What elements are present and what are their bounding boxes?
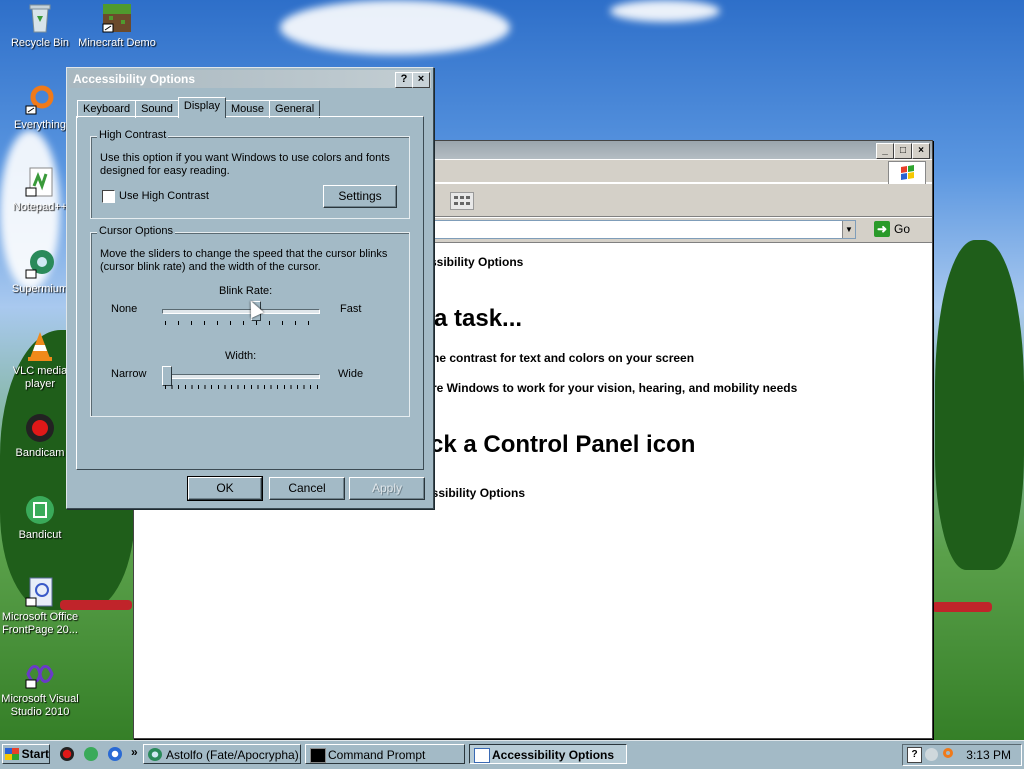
blink-rate-track[interactable] bbox=[162, 309, 320, 314]
width-max-label: Wide bbox=[338, 368, 364, 380]
quick-launch-overflow[interactable]: » bbox=[131, 745, 138, 759]
use-high-contrast-label[interactable]: Use High Contrast bbox=[119, 190, 209, 203]
visual-studio-icon bbox=[24, 658, 56, 690]
tab-strip: Keyboard Sound Display Mouse General bbox=[77, 97, 321, 118]
go-label: Go bbox=[894, 222, 911, 236]
apply-button[interactable]: Apply bbox=[349, 477, 425, 500]
cursor-options-description: Move the sliders to change the speed tha… bbox=[100, 248, 388, 273]
minecraft-icon bbox=[101, 2, 133, 34]
settings-button[interactable]: Settings bbox=[323, 185, 397, 208]
group-label: Cursor Options bbox=[97, 225, 175, 237]
group-label: High Contrast bbox=[97, 129, 169, 141]
vlc-cone-icon bbox=[24, 330, 56, 362]
blink-min-label: None bbox=[111, 303, 138, 315]
bandicut-icon[interactable] bbox=[84, 747, 98, 761]
ok-button[interactable]: OK bbox=[187, 476, 263, 501]
width-label: Width: bbox=[225, 350, 257, 362]
accessibility-icon bbox=[474, 748, 490, 763]
high-contrast-description: Use this option if you want Windows to u… bbox=[100, 152, 390, 177]
recycle-bin-icon bbox=[24, 2, 56, 34]
task-label: Astolfo (Fate/Apocrypha)... bbox=[166, 748, 301, 762]
cancel-button[interactable]: Cancel bbox=[269, 477, 345, 500]
maximize-button[interactable]: □ bbox=[894, 143, 912, 159]
chevron-down-icon[interactable]: ▼ bbox=[842, 221, 855, 238]
taskbar-item-browser[interactable]: Astolfo (Fate/Apocrypha)... bbox=[143, 744, 301, 764]
frontpage-icon bbox=[24, 576, 56, 608]
console-icon bbox=[310, 748, 326, 763]
address-input[interactable]: ▼ bbox=[434, 220, 856, 239]
task-label: Command Prompt bbox=[328, 748, 426, 762]
use-high-contrast-checkbox[interactable] bbox=[102, 190, 115, 203]
width-slider[interactable] bbox=[162, 366, 172, 386]
windows-logo-icon bbox=[888, 161, 926, 185]
browser-icon bbox=[148, 748, 162, 761]
taskbar: Start » Astolfo (Fate/Apocrypha)... Comm… bbox=[0, 740, 1024, 769]
close-button[interactable]: × bbox=[912, 143, 930, 159]
system-tray: ? 3:13 PM bbox=[902, 744, 1022, 766]
desktop-icon-visual-studio[interactable]: Microsoft Visual Studio 2010 bbox=[0, 658, 80, 719]
heading-pick-task: a task... bbox=[434, 305, 523, 332]
blink-rate-label: Blink Rate: bbox=[219, 285, 273, 297]
width-min-label: Narrow bbox=[111, 368, 147, 380]
accessibility-options-dialog[interactable]: Accessibility Options ? × Keyboard Sound… bbox=[66, 67, 434, 509]
search-icon bbox=[24, 84, 56, 116]
desktop-icon-label: Recycle Bin bbox=[10, 37, 70, 49]
task-label: Accessibility Options bbox=[492, 748, 615, 762]
width-ticks bbox=[165, 385, 318, 389]
help-button[interactable]: ? bbox=[395, 72, 413, 88]
icon-link-accessibility[interactable]: essibility Options bbox=[425, 486, 525, 500]
arrow-right-icon: ➜ bbox=[874, 221, 890, 237]
blink-max-label: Fast bbox=[340, 303, 362, 315]
record-icon[interactable] bbox=[60, 747, 74, 761]
browser-icon bbox=[24, 248, 56, 280]
desktop-icon-label: Microsoft Visual Studio 2010 bbox=[1, 693, 79, 718]
breadcrumb: ssibility Options bbox=[430, 255, 524, 269]
desktop-icon-label: Minecraft Demo bbox=[78, 37, 156, 49]
taskbar-item-command-prompt[interactable]: Command Prompt bbox=[305, 744, 465, 764]
display-tab-panel: High Contrast Use this option if you wan… bbox=[76, 116, 424, 470]
width-track[interactable] bbox=[162, 374, 320, 379]
record-icon bbox=[24, 412, 56, 444]
desktop-icon-label: Microsoft Office FrontPage 20... bbox=[1, 611, 79, 636]
start-button[interactable]: Start bbox=[2, 744, 50, 764]
help-icon[interactable]: ? bbox=[907, 747, 922, 763]
minimize-button[interactable]: _ bbox=[876, 143, 894, 159]
desktop-icon-minecraft-demo[interactable]: Minecraft Demo bbox=[77, 2, 157, 50]
start-label: Start bbox=[21, 747, 49, 761]
internet-explorer-icon[interactable] bbox=[108, 747, 122, 761]
tab-display[interactable]: Display bbox=[177, 97, 226, 118]
blink-rate-ticks bbox=[165, 321, 318, 325]
high-contrast-group: High Contrast Use this option if you wan… bbox=[90, 129, 410, 219]
close-button[interactable]: × bbox=[412, 72, 430, 88]
go-button[interactable]: ➜ Go bbox=[874, 220, 910, 238]
dialog-title-bar[interactable]: Accessibility Options ? × bbox=[69, 70, 431, 88]
notepad-icon bbox=[24, 166, 56, 198]
search-icon[interactable] bbox=[943, 748, 953, 758]
taskbar-item-accessibility-options[interactable]: Accessibility Options bbox=[469, 744, 627, 764]
clock[interactable]: 3:13 PM bbox=[966, 745, 1011, 765]
task-link-contrast[interactable]: he contrast for text and colors on your … bbox=[432, 351, 694, 365]
task-link-configure[interactable]: re Windows to work for your vision, hear… bbox=[432, 381, 797, 395]
windows-flag-icon bbox=[5, 748, 19, 760]
desktop-icon-recycle-bin[interactable]: Recycle Bin bbox=[0, 2, 80, 50]
desktop-icon-frontpage[interactable]: Microsoft Office FrontPage 20... bbox=[0, 576, 80, 637]
cursor-options-group: Cursor Options Move the sliders to chang… bbox=[90, 225, 410, 417]
views-icon[interactable] bbox=[450, 192, 474, 210]
heading-pick-icon: ck a Control Panel icon bbox=[430, 431, 696, 458]
network-icon[interactable] bbox=[925, 748, 938, 761]
desktop-icon-label: Bandicut bbox=[18, 529, 62, 541]
dialog-title: Accessibility Options bbox=[73, 72, 196, 86]
film-icon bbox=[24, 494, 56, 526]
